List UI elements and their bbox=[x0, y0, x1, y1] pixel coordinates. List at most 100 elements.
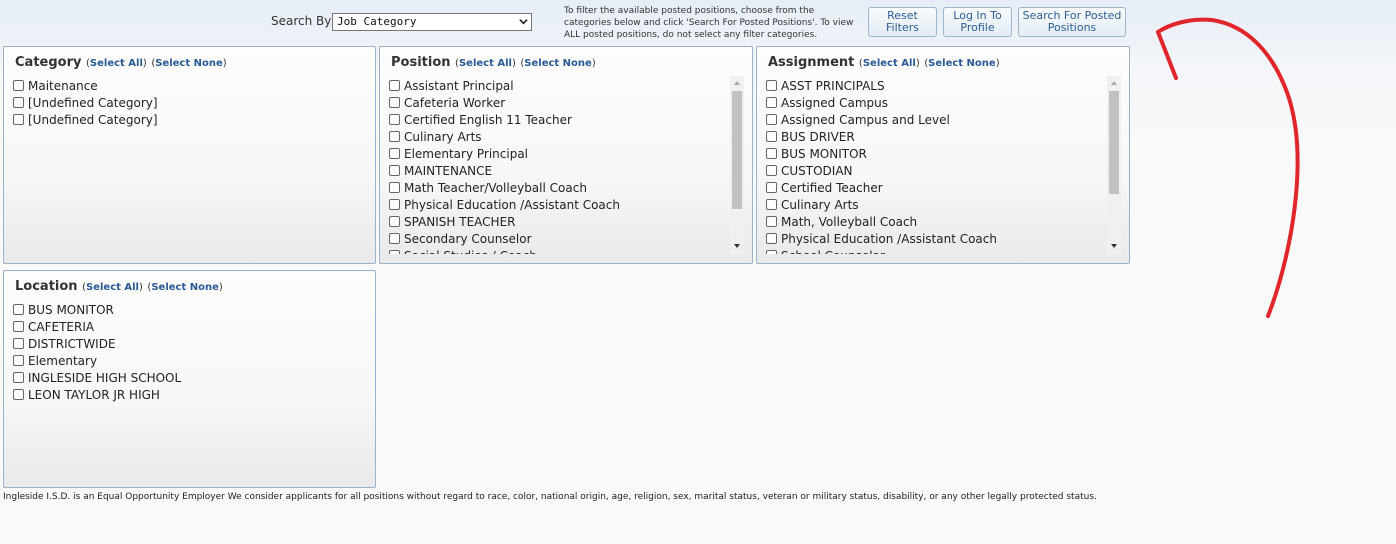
checkbox-list-item[interactable]: Culinary Arts bbox=[389, 128, 729, 145]
checkbox-list-item[interactable]: Cafeteria Worker bbox=[389, 94, 729, 111]
category-select-none-link[interactable]: Select None bbox=[155, 58, 223, 69]
checkbox[interactable] bbox=[389, 216, 400, 227]
reset-filters-label-2: Filters bbox=[886, 21, 919, 34]
position-list[interactable]: Assistant Principal Cafeteria Worker Certi… bbox=[389, 77, 729, 254]
checkbox-list-item[interactable]: [Undefined Category] bbox=[13, 94, 368, 111]
checkbox[interactable] bbox=[13, 97, 24, 108]
position-select-none-link[interactable]: Select None bbox=[524, 58, 592, 69]
assignment-panel-header: Assignment (Select All) (Select None) bbox=[768, 55, 1000, 70]
checkbox-list-item[interactable]: Certified Teacher bbox=[766, 179, 1106, 196]
checkbox-list-item[interactable]: CAFETERIA bbox=[13, 318, 368, 335]
checkbox[interactable] bbox=[389, 165, 400, 176]
checkbox-list-item[interactable]: Culinary Arts bbox=[766, 196, 1106, 213]
checkbox[interactable] bbox=[766, 199, 777, 210]
checkbox[interactable] bbox=[13, 389, 24, 400]
checkbox[interactable] bbox=[766, 148, 777, 159]
checkbox-label: ASST PRINCIPALS bbox=[781, 78, 885, 93]
reset-filters-button[interactable]: Reset Filters bbox=[868, 7, 937, 37]
location-select-none-link[interactable]: Select None bbox=[151, 282, 219, 293]
position-scroll-thumb[interactable] bbox=[732, 91, 742, 209]
assignment-scroll-thumb[interactable] bbox=[1109, 91, 1119, 194]
checkbox-list-item[interactable]: School Counselor bbox=[766, 247, 1106, 254]
checkbox-list-item[interactable]: Physical Education /Assistant Coach bbox=[766, 230, 1106, 247]
checkbox[interactable] bbox=[13, 372, 24, 383]
checkbox[interactable] bbox=[766, 250, 777, 254]
search-by-selected-value: Job Category bbox=[337, 15, 417, 28]
checkbox-list-item[interactable]: INGLESIDE HIGH SCHOOL bbox=[13, 369, 368, 386]
checkbox[interactable] bbox=[389, 250, 400, 254]
assignment-scrollbar[interactable] bbox=[1107, 76, 1121, 255]
checkbox[interactable] bbox=[389, 182, 400, 193]
checkbox-list-item[interactable]: Secondary Counselor bbox=[389, 230, 729, 247]
checkbox[interactable] bbox=[389, 131, 400, 142]
checkbox[interactable] bbox=[766, 80, 777, 91]
checkbox-list-item[interactable]: CUSTODIAN bbox=[766, 162, 1106, 179]
checkbox-label: Social Studies / Coach bbox=[404, 249, 537, 255]
checkbox-label: Math, Volleyball Coach bbox=[781, 214, 918, 229]
login-profile-button[interactable]: Log In To Profile bbox=[943, 7, 1012, 37]
login-profile-label-2: Profile bbox=[960, 21, 995, 34]
checkbox-list-item[interactable]: Math Teacher/Volleyball Coach bbox=[389, 179, 729, 196]
scroll-down-arrow-icon[interactable] bbox=[733, 242, 741, 250]
checkbox[interactable] bbox=[13, 80, 24, 91]
checkbox[interactable] bbox=[389, 80, 400, 91]
checkbox[interactable] bbox=[766, 233, 777, 244]
assignment-list[interactable]: ASST PRINCIPALS Assigned Campus Assigned C… bbox=[766, 77, 1106, 254]
chevron-down-icon bbox=[519, 19, 528, 25]
checkbox-list-item[interactable]: SPANISH TEACHER bbox=[389, 213, 729, 230]
location-select-all-link[interactable]: Select All bbox=[86, 282, 139, 293]
position-select-all-link[interactable]: Select All bbox=[459, 58, 512, 69]
checkbox-list-item[interactable]: Social Studies / Coach bbox=[389, 247, 729, 254]
checkbox-list-item[interactable]: Elementary Principal bbox=[389, 145, 729, 162]
checkbox[interactable] bbox=[389, 148, 400, 159]
checkbox-list-item[interactable]: LEON TAYLOR JR HIGH bbox=[13, 386, 368, 403]
category-select-all-link[interactable]: Select All bbox=[90, 58, 143, 69]
checkbox[interactable] bbox=[766, 97, 777, 108]
checkbox-list-item[interactable]: BUS DRIVER bbox=[766, 128, 1106, 145]
checkbox-label: LEON TAYLOR JR HIGH bbox=[28, 387, 160, 402]
search-by-label: Search By: bbox=[271, 14, 335, 28]
checkbox-label: Physical Education /Assistant Coach bbox=[404, 197, 620, 212]
checkbox-label: Culinary Arts bbox=[781, 197, 859, 212]
equal-opportunity-statement: Ingleside I.S.D. is an Equal Opportunity… bbox=[3, 492, 1097, 502]
checkbox-list-item[interactable]: Assigned Campus bbox=[766, 94, 1106, 111]
checkbox[interactable] bbox=[13, 114, 24, 125]
checkbox-list-item[interactable]: BUS MONITOR bbox=[13, 301, 368, 318]
scroll-down-arrow-icon[interactable] bbox=[1110, 242, 1118, 250]
search-by-select[interactable]: Job Category bbox=[332, 13, 532, 31]
checkbox-list-item[interactable]: BUS MONITOR bbox=[766, 145, 1106, 162]
scroll-up-arrow-icon[interactable] bbox=[1110, 79, 1118, 87]
checkbox[interactable] bbox=[766, 216, 777, 227]
checkbox-list-item[interactable]: Certified English 11 Teacher bbox=[389, 111, 729, 128]
checkbox-list-item[interactable]: Assistant Principal bbox=[389, 77, 729, 94]
checkbox-list-item[interactable]: Elementary bbox=[13, 352, 368, 369]
checkbox[interactable] bbox=[389, 233, 400, 244]
checkbox[interactable] bbox=[13, 355, 24, 366]
checkbox-list-item[interactable]: Assigned Campus and Level bbox=[766, 111, 1106, 128]
checkbox[interactable] bbox=[389, 114, 400, 125]
checkbox[interactable] bbox=[389, 199, 400, 210]
position-scrollbar[interactable] bbox=[730, 76, 744, 255]
scroll-up-arrow-icon[interactable] bbox=[733, 79, 741, 87]
assignment-select-all-link[interactable]: Select All bbox=[863, 58, 916, 69]
checkbox-list-item[interactable]: DISTRICTWIDE bbox=[13, 335, 368, 352]
checkbox-list-item[interactable]: Math, Volleyball Coach bbox=[766, 213, 1106, 230]
checkbox[interactable] bbox=[13, 338, 24, 349]
assignment-select-none-link[interactable]: Select None bbox=[928, 58, 996, 69]
checkbox[interactable] bbox=[766, 114, 777, 125]
checkbox[interactable] bbox=[766, 131, 777, 142]
checkbox-list-item[interactable]: Physical Education /Assistant Coach bbox=[389, 196, 729, 213]
checkbox-list-item[interactable]: MAINTENANCE bbox=[389, 162, 729, 179]
search-posted-positions-button[interactable]: Search For Posted Positions bbox=[1018, 7, 1126, 37]
checkbox-list-item[interactable]: Maitenance bbox=[13, 77, 368, 94]
checkbox[interactable] bbox=[389, 97, 400, 108]
checkbox-label: BUS MONITOR bbox=[781, 146, 867, 161]
checkbox[interactable] bbox=[13, 321, 24, 332]
panel-title: Position bbox=[391, 55, 451, 70]
checkbox[interactable] bbox=[13, 304, 24, 315]
checkbox-list-item[interactable]: [Undefined Category] bbox=[13, 111, 368, 128]
checkbox[interactable] bbox=[766, 165, 777, 176]
checkbox[interactable] bbox=[766, 182, 777, 193]
checkbox-list-item[interactable]: ASST PRINCIPALS bbox=[766, 77, 1106, 94]
checkbox-label: Math Teacher/Volleyball Coach bbox=[404, 180, 587, 195]
